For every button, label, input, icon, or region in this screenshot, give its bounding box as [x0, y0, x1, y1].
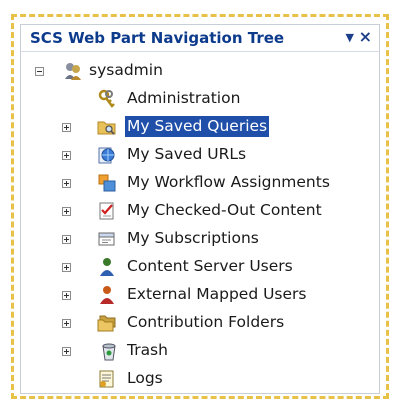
- tree-item-my-checked-out-content[interactable]: My Checked-Out Content: [21, 199, 361, 223]
- tree-item-administration[interactable]: Administration: [21, 87, 361, 111]
- tree-item-label[interactable]: My Checked-Out Content: [125, 200, 324, 221]
- expand-toggle[interactable]: [62, 151, 71, 160]
- tree-item-my-subscriptions[interactable]: My Subscriptions: [21, 227, 361, 251]
- tree-item-label[interactable]: Logs: [125, 368, 165, 389]
- expand-toggle[interactable]: [62, 263, 71, 272]
- tree-item-my-saved-urls[interactable]: My Saved URLs: [21, 143, 361, 167]
- user-admin-icon: [65, 63, 81, 80]
- tree-item-label[interactable]: My Workflow Assignments: [125, 172, 332, 193]
- checklist-icon: [99, 202, 114, 220]
- tree-item-label[interactable]: External Mapped Users: [125, 284, 309, 305]
- tree-item-my-saved-queries[interactable]: My Saved Queries: [21, 115, 361, 139]
- logs-icon: [99, 370, 114, 388]
- webpart-title: SCS Web Part Navigation Tree: [30, 29, 285, 47]
- tree-item-logs[interactable]: Logs: [21, 367, 361, 391]
- webpart-menu-icon[interactable]: ▼: [346, 31, 354, 44]
- tree-item-label[interactable]: Administration: [125, 88, 242, 109]
- tree-item-external-mapped-users[interactable]: External Mapped Users: [21, 283, 361, 307]
- expand-toggle[interactable]: [62, 123, 71, 132]
- tree-item-label[interactable]: Trash: [125, 340, 170, 361]
- folders-icon: [97, 315, 116, 332]
- tree-item-label[interactable]: My Saved URLs: [125, 144, 248, 165]
- subscription-icon: [98, 232, 115, 246]
- tree-item-trash[interactable]: Trash: [21, 339, 361, 363]
- tree-root-label[interactable]: sysadmin: [87, 60, 165, 81]
- tree-item-label[interactable]: Contribution Folders: [125, 312, 286, 333]
- collapse-toggle[interactable]: [35, 67, 44, 76]
- tree-item-my-workflow-assignments[interactable]: My Workflow Assignments: [21, 171, 361, 195]
- expand-toggle[interactable]: [62, 347, 71, 356]
- tree-item-label[interactable]: Content Server Users: [125, 256, 295, 277]
- webpart-header: SCS Web Part Navigation Tree ▼ ×: [21, 25, 379, 52]
- trash-icon: [102, 343, 116, 361]
- expand-toggle[interactable]: [62, 291, 71, 300]
- globe-link-icon: [98, 147, 115, 164]
- user-green-icon: [100, 258, 114, 276]
- expand-toggle[interactable]: [62, 207, 71, 216]
- workflow-icon: [98, 174, 116, 192]
- folder-search-icon: [97, 121, 116, 135]
- expand-toggle[interactable]: [62, 179, 71, 188]
- tree-root[interactable]: sysadmin: [21, 59, 321, 83]
- navigation-tree-webpart: SCS Web Part Navigation Tree ▼ × sysadmi…: [20, 24, 380, 394]
- tree-item-contribution-folders[interactable]: Contribution Folders: [21, 311, 361, 335]
- tree-item-content-server-users[interactable]: Content Server Users: [21, 255, 361, 279]
- tree-item-label[interactable]: My Saved Queries: [125, 116, 270, 137]
- close-icon[interactable]: ×: [359, 27, 372, 46]
- user-red-icon: [100, 286, 114, 304]
- keys-icon: [98, 89, 115, 108]
- expand-toggle[interactable]: [62, 235, 71, 244]
- expand-toggle[interactable]: [62, 319, 71, 328]
- tree-item-label[interactable]: My Subscriptions: [125, 228, 261, 249]
